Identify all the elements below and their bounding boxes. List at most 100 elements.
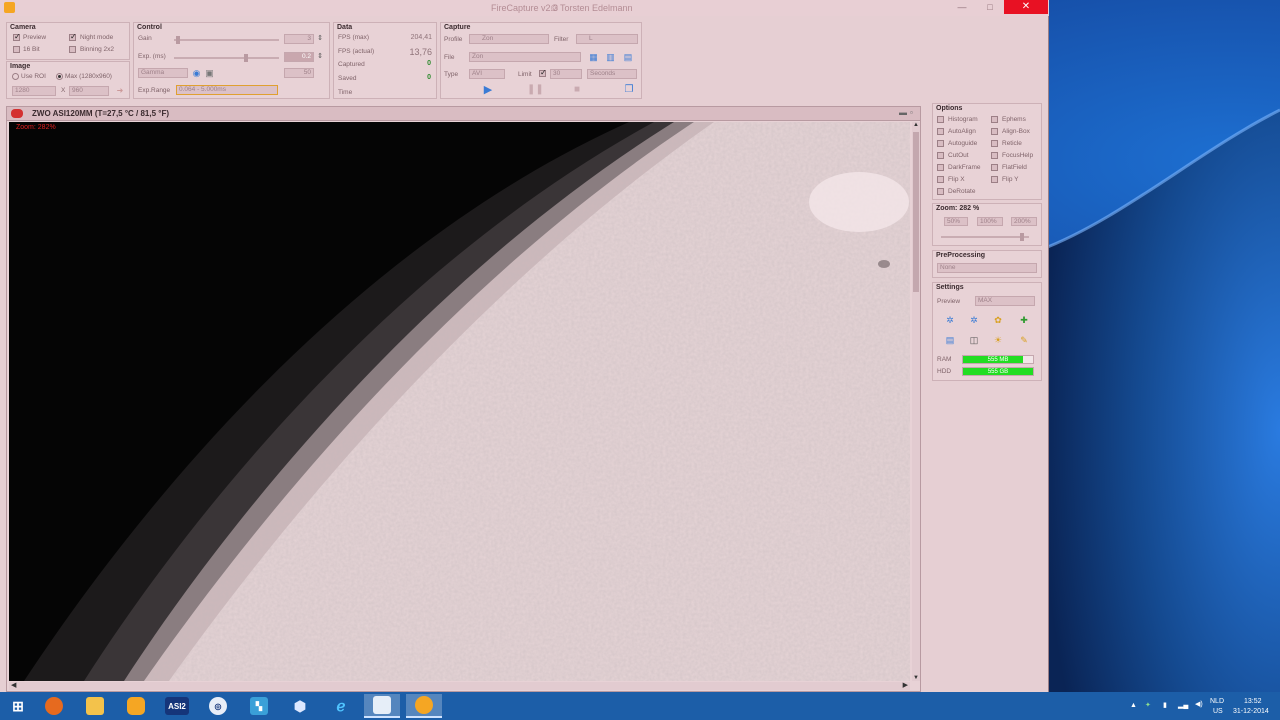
window-author: © Torsten Edelmann — [551, 3, 633, 13]
option-checkbox[interactable] — [937, 140, 944, 147]
option-checkbox[interactable] — [937, 128, 944, 135]
stop-icon[interactable]: ■ — [571, 85, 583, 95]
taskbar-firefox[interactable] — [36, 694, 72, 718]
limit-value-select[interactable]: 30 — [550, 69, 582, 79]
tray-usb-icon[interactable]: ▮ — [1163, 701, 1167, 709]
preview-maximize-button[interactable]: ▫ — [910, 108, 913, 117]
option-checkbox[interactable] — [937, 188, 944, 195]
exposure-spinner-icon[interactable]: ⇕ — [316, 52, 324, 62]
copy-icon[interactable]: ❐ — [623, 85, 635, 95]
tray-network-icon[interactable]: ✦ — [1145, 701, 1151, 709]
option-checkbox[interactable] — [991, 176, 998, 183]
play-icon[interactable]: ▶ — [481, 85, 495, 96]
option-checkbox[interactable] — [991, 152, 998, 159]
preprocessing-select[interactable]: None — [937, 263, 1037, 273]
use-roi-radio[interactable] — [12, 73, 19, 80]
taskbar-3d-app[interactable]: ⬢ — [282, 694, 318, 718]
16bit-checkbox[interactable] — [13, 46, 20, 53]
gamepad-icon[interactable]: ◫ — [968, 335, 980, 345]
zoom-slider[interactable] — [941, 233, 1029, 241]
gear-icon[interactable]: ✲ — [968, 315, 980, 325]
scroll-left-arrow[interactable]: ◀ — [11, 681, 16, 689]
preprocessing-panel: PreProcessing None — [932, 250, 1042, 278]
exp-range-select[interactable]: 0.064 - 5.000ms — [176, 85, 278, 95]
option-checkbox[interactable] — [937, 164, 944, 171]
language-us[interactable]: US — [1213, 708, 1223, 715]
limit-checkbox[interactable] — [539, 68, 547, 77]
exposure-value[interactable]: 0.2 — [284, 52, 314, 62]
roi-height-select[interactable]: 960 — [69, 86, 109, 96]
taskbar-tool[interactable]: ▚ — [241, 694, 277, 718]
vertical-scrollbar[interactable]: ▲ ▼ — [912, 122, 920, 681]
plugin-icon[interactable]: ✚ — [1018, 315, 1030, 325]
arrow-right-icon[interactable]: ➜ — [115, 86, 125, 96]
pause-icon[interactable]: ❚❚ — [527, 85, 544, 95]
profile-select[interactable]: Zon — [469, 34, 549, 44]
taskbar-window[interactable] — [364, 694, 400, 718]
maximize-button[interactable]: □ — [978, 0, 1002, 14]
option-checkbox[interactable] — [937, 152, 944, 159]
gain-slider[interactable] — [174, 36, 279, 44]
open-folder-icon[interactable]: ▤ — [622, 52, 634, 62]
close-button[interactable]: ✕ — [1004, 0, 1048, 14]
option-checkbox[interactable] — [991, 116, 998, 123]
zoom-slider-knob[interactable] — [1019, 233, 1024, 241]
roi-width-select[interactable]: 1280 — [12, 86, 56, 96]
minimize-button[interactable]: — — [950, 0, 974, 14]
tray-volume-icon[interactable]: ◀) — [1195, 700, 1203, 708]
option-checkbox[interactable] — [937, 176, 944, 183]
option-checkbox[interactable] — [991, 140, 998, 147]
gamma-auto-icon[interactable]: ◉ — [192, 68, 201, 78]
preview-minimize-button[interactable]: ▬ — [899, 108, 907, 117]
start-button[interactable]: ⊞ — [0, 694, 36, 718]
option-checkbox[interactable] — [937, 116, 944, 123]
preview-checkbox[interactable] — [13, 32, 21, 41]
taskbar-asi[interactable]: ASI2 — [159, 694, 195, 718]
option-checkbox[interactable] — [991, 164, 998, 171]
taskbar-explorer[interactable] — [77, 694, 113, 718]
max-res-radio[interactable] — [56, 73, 63, 80]
gear-blue-icon[interactable]: ✲ — [944, 315, 956, 325]
binning-checkbox[interactable] — [69, 46, 76, 53]
vertical-scroll-thumb[interactable] — [913, 132, 919, 292]
tray-signal-icon[interactable]: ▂▄ — [1178, 701, 1188, 709]
color-wheel-icon[interactable]: ✿ — [992, 315, 1004, 325]
limit-unit-select[interactable]: Seconds — [587, 69, 637, 79]
type-select[interactable]: AVI — [469, 69, 505, 79]
taskbar-firecapture-alt[interactable] — [118, 694, 154, 718]
filter-select[interactable]: L — [576, 34, 638, 44]
zoom-200-button[interactable]: 200% — [1011, 217, 1037, 226]
tray-up-arrow[interactable]: ▲ — [1130, 702, 1137, 709]
night-mode-checkbox[interactable] — [69, 32, 77, 41]
wand-icon[interactable]: ✎ — [1018, 335, 1030, 345]
scroll-down-arrow[interactable]: ▼ — [912, 675, 920, 681]
sun-image[interactable]: Zoom: 282% — [9, 122, 910, 681]
light-icon[interactable]: ☀ — [992, 335, 1004, 345]
language-nld[interactable]: NLD — [1210, 698, 1224, 705]
gamma-lock-icon[interactable]: ▣ — [205, 68, 214, 78]
settings-preview-select[interactable]: MAX — [975, 296, 1035, 306]
preview-label: Preview — [23, 34, 47, 41]
gamma-value[interactable]: 50 — [284, 68, 314, 78]
taskbar-vpn[interactable]: ◎ — [200, 694, 236, 718]
exposure-slider[interactable] — [174, 54, 279, 62]
gain-spinner-icon[interactable]: ⇕ — [316, 34, 324, 44]
zoom-indicator: Zoom: 282% — [16, 124, 56, 131]
horizontal-scrollbar[interactable]: ◀ ▶ — [9, 682, 910, 690]
settings-grid-icon[interactable]: ▥ — [606, 52, 615, 62]
gamma-select[interactable]: Gamma — [138, 68, 188, 78]
zoom-50-button[interactable]: 50% — [944, 217, 968, 226]
taskbar-firecapture[interactable] — [406, 694, 442, 718]
scroll-up-arrow[interactable]: ▲ — [912, 122, 920, 128]
document-icon[interactable]: ▤ — [944, 335, 956, 345]
title-bar[interactable]: FireCapture v2.3 © Torsten Edelmann — □ … — [0, 0, 1049, 16]
folder-icon[interactable]: ▦ — [589, 52, 598, 62]
file-input[interactable]: Zon — [469, 52, 581, 62]
taskbar-ie[interactable]: ℯ — [323, 694, 359, 718]
option-checkbox[interactable] — [991, 128, 998, 135]
clock-date[interactable]: 31-12-2014 — [1233, 708, 1269, 715]
clock-time[interactable]: 13:52 — [1244, 698, 1262, 705]
gain-value[interactable]: 3 — [284, 34, 314, 44]
scroll-right-arrow[interactable]: ▶ — [903, 681, 908, 689]
zoom-100-button[interactable]: 100% — [977, 217, 1003, 226]
